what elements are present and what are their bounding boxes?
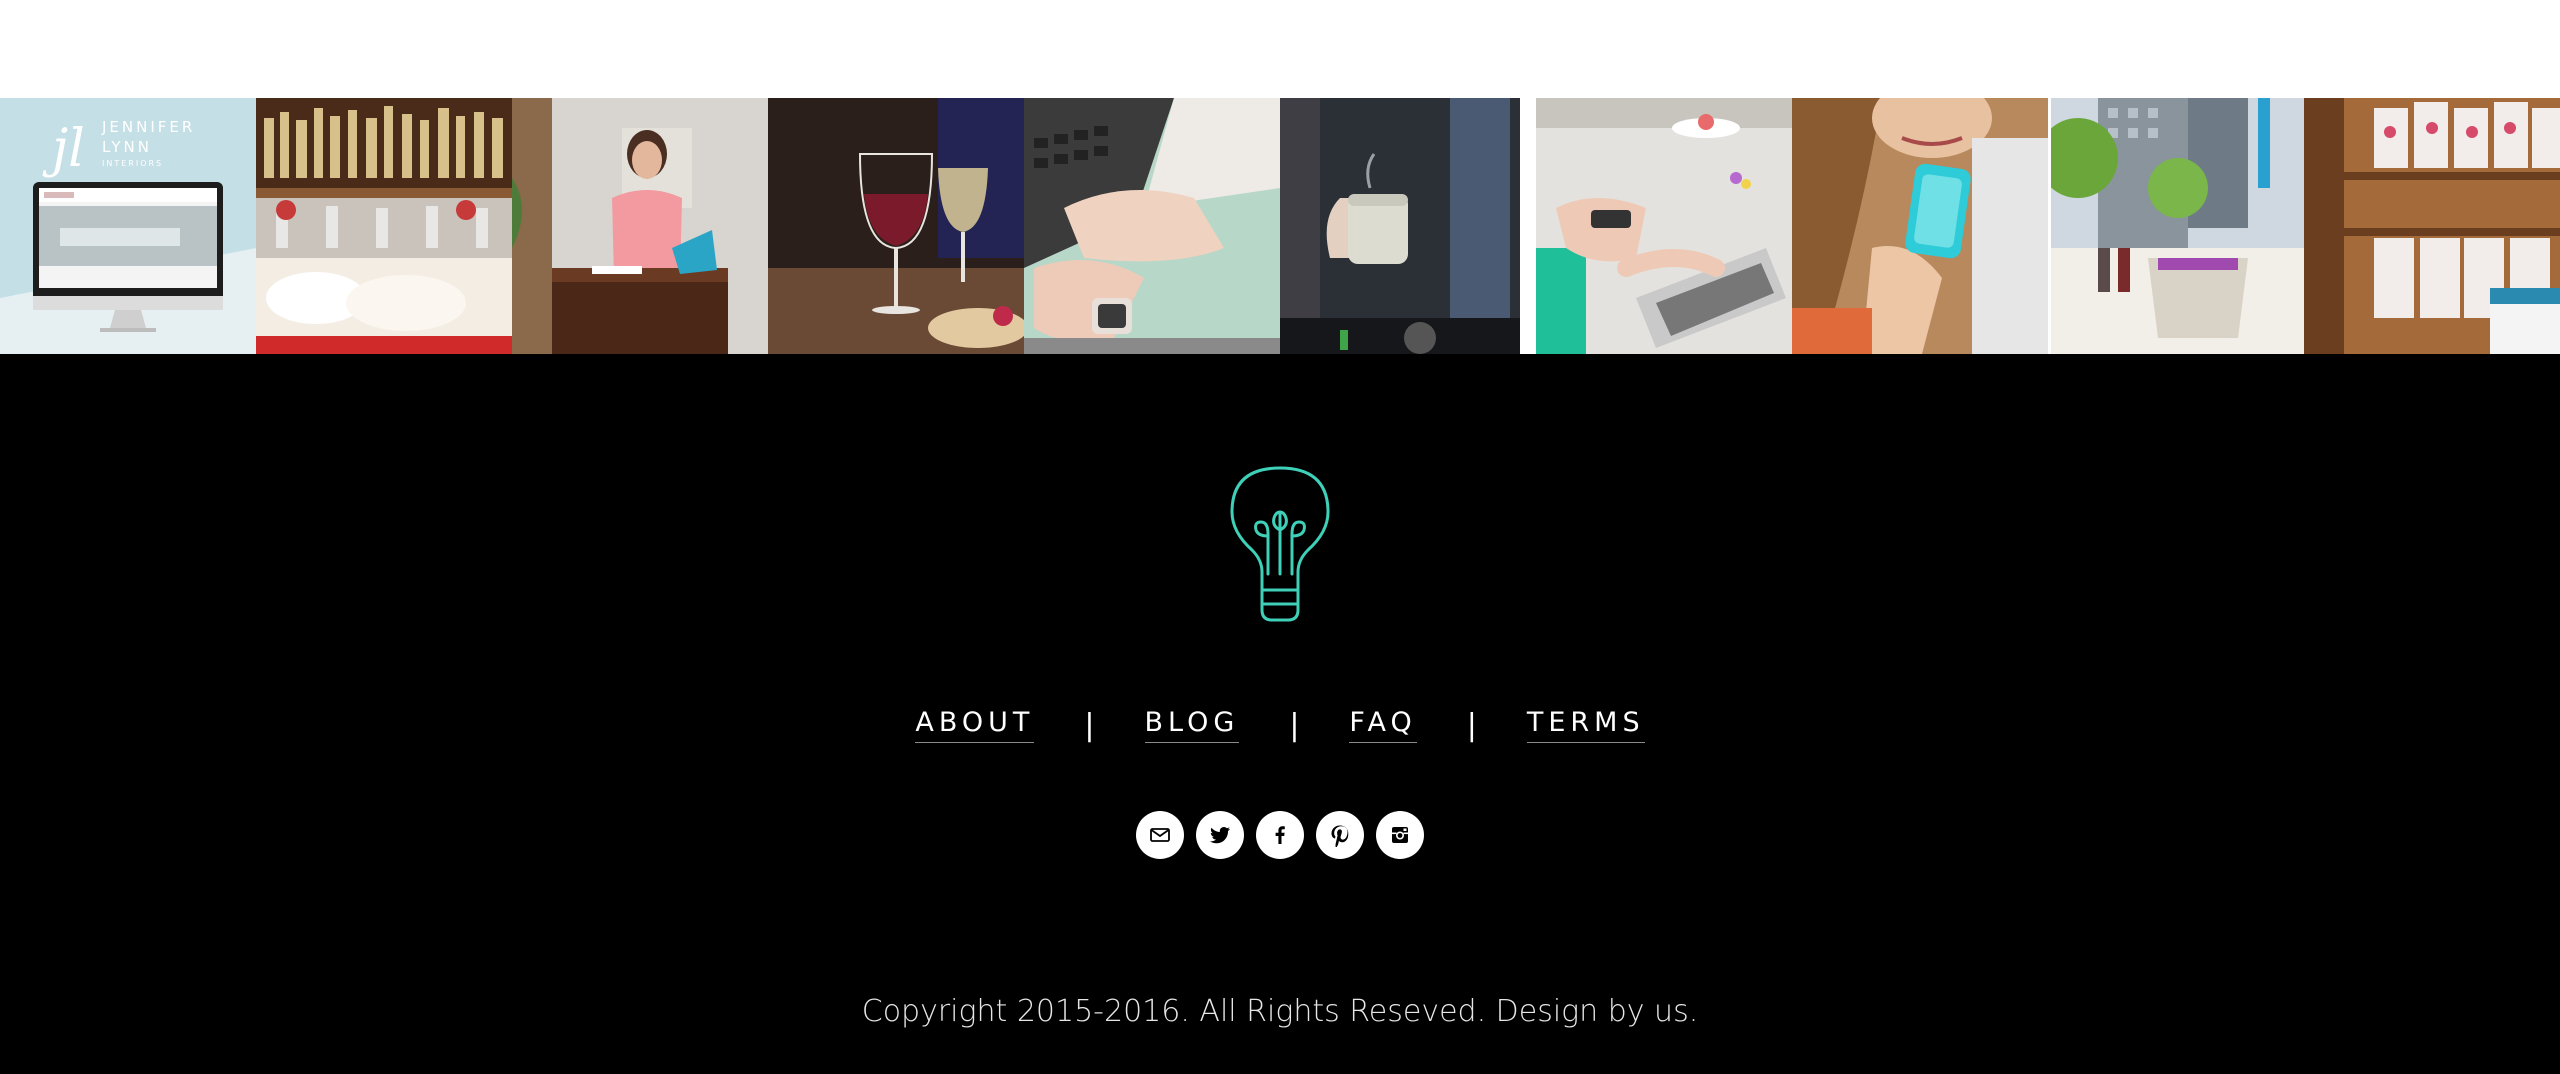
pinterest-icon <box>1331 825 1349 847</box>
gallery-tile-bar-shelves[interactable] <box>256 98 512 354</box>
gallery-tile-city[interactable] <box>2048 98 2304 354</box>
facebook-icon <box>1275 826 1285 844</box>
nav-link-about[interactable]: ABOUT <box>915 707 1035 743</box>
gallery-tile-laptop-flowers[interactable] <box>1536 98 1792 354</box>
facebook-button[interactable] <box>1256 811 1304 859</box>
twitter-icon <box>1210 827 1230 844</box>
nav-separator: | <box>1466 707 1477 743</box>
nav-link-blog[interactable]: BLOG <box>1144 707 1240 743</box>
wine-glasses-image <box>768 98 1024 354</box>
logo-line-2: LYNN <box>102 138 152 156</box>
woman-phone-image <box>1792 98 2048 354</box>
nav-link-terms[interactable]: TERMS <box>1526 707 1645 743</box>
bar-shelves-image <box>256 98 512 354</box>
mail-icon <box>1150 828 1170 842</box>
website-mockup-image: jl JENNIFER LYNN INTERIORS <box>0 98 256 354</box>
coffee-mug-image <box>1280 98 1536 354</box>
copyright-text: Copyright 2015-2016. All Rights Reseved.… <box>861 994 1699 1029</box>
laptop-flowers-image <box>1536 98 1792 354</box>
instagram-gallery-strip: jl JENNIFER LYNN INTERIORS <box>0 98 2560 354</box>
nav-link-faq[interactable]: FAQ <box>1349 707 1417 743</box>
gallery-tile-phone[interactable] <box>1792 98 2048 354</box>
lightbulb-icon <box>1230 466 1330 622</box>
gallery-tile-coffee[interactable] <box>1280 98 1536 354</box>
gallery-tile-woman-laptop[interactable] <box>512 98 768 354</box>
woman-laptop-image <box>512 98 768 354</box>
instagram-button[interactable] <box>1376 811 1424 859</box>
logo-line-3: INTERIORS <box>102 159 163 168</box>
site-footer: ABOUT | BLOG | FAQ | TERMS Copyright 201… <box>0 354 2560 1074</box>
social-links <box>0 811 2560 859</box>
gallery-tile-website-mockup[interactable]: jl JENNIFER LYNN INTERIORS <box>0 98 256 354</box>
gallery-tile-shop[interactable] <box>2304 98 2560 354</box>
nav-separator: | <box>1084 707 1095 743</box>
gallery-tile-typing[interactable] <box>1024 98 1280 354</box>
footer-nav: ABOUT | BLOG | FAQ | TERMS <box>0 700 2560 750</box>
pinterest-button[interactable] <box>1316 811 1364 859</box>
logo-line-1: JENNIFER <box>101 118 195 136</box>
hands-typing-image <box>1024 98 1280 354</box>
instagram-icon <box>1392 827 1408 843</box>
shop-shelves-image <box>2304 98 2560 354</box>
city-street-image <box>2048 98 2304 354</box>
email-button[interactable] <box>1136 811 1184 859</box>
twitter-button[interactable] <box>1196 811 1244 859</box>
header-whitespace <box>0 0 2560 98</box>
gallery-tile-wine[interactable] <box>768 98 1024 354</box>
nav-separator: | <box>1289 707 1300 743</box>
